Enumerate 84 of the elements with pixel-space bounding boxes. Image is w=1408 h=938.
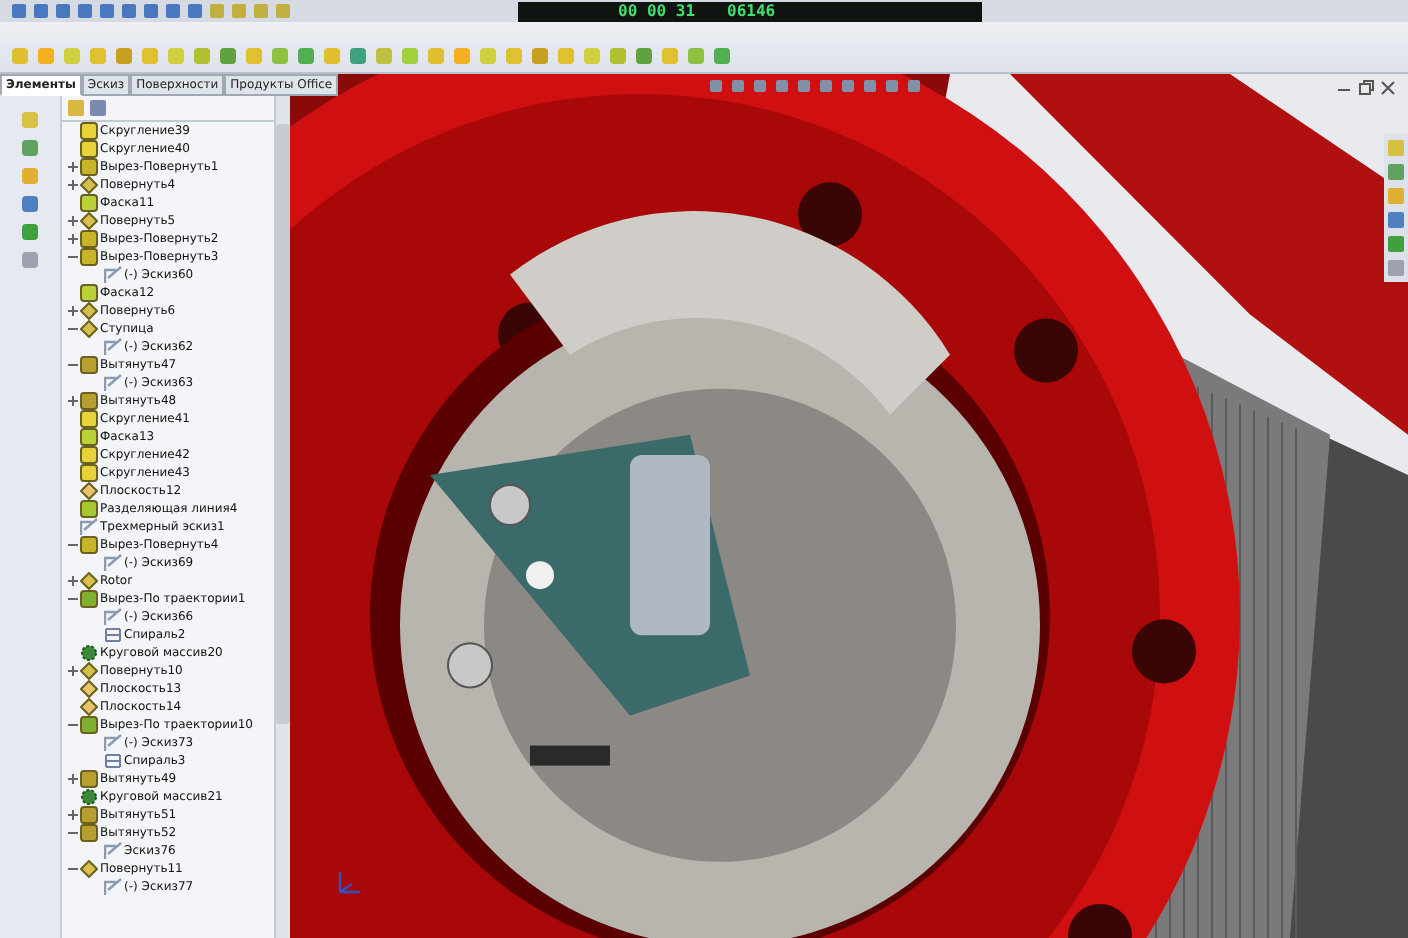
toolbar-square-icon[interactable]: [194, 48, 210, 64]
frame-counter: 06146: [727, 1, 776, 21]
toolbar-square-icon[interactable]: [254, 4, 268, 18]
toolbar-square-icon[interactable]: [480, 48, 496, 64]
toolbar-square-icon[interactable]: [34, 4, 48, 18]
toolbar-square-icon[interactable]: [90, 48, 106, 64]
toolbar-square-icon[interactable]: [662, 48, 678, 64]
toolbar-square-icon[interactable]: [220, 48, 236, 64]
toolbar-square-icon[interactable]: [350, 48, 366, 64]
collapse-icon[interactable]: [66, 863, 78, 875]
axis-triad-icon: [334, 866, 366, 898]
expand-icon[interactable]: [66, 395, 78, 407]
sidebar-square-icon[interactable]: [22, 196, 38, 212]
collapse-icon[interactable]: [66, 323, 78, 335]
toolbar-square-icon[interactable]: [246, 48, 262, 64]
toolbar-square-icon[interactable]: [38, 48, 54, 64]
toolbar-square-icon[interactable]: [276, 4, 290, 18]
feature-icon: [104, 734, 122, 752]
feature-icon: [104, 266, 122, 284]
close-icon[interactable]: [1380, 80, 1396, 96]
toolbar-square-icon[interactable]: [402, 48, 418, 64]
toolbar-square-icon[interactable]: [298, 48, 314, 64]
collapse-icon[interactable]: [66, 719, 78, 731]
toolbar-square-icon[interactable]: [610, 48, 626, 64]
toolbar-square-icon[interactable]: [78, 4, 92, 18]
collapse-icon[interactable]: [66, 593, 78, 605]
collapse-icon[interactable]: [66, 539, 78, 551]
feature-icon: [80, 518, 98, 536]
sidebar-square-icon[interactable]: [22, 224, 38, 240]
scrollbar-thumb[interactable]: [276, 124, 290, 724]
toolbar-square-icon[interactable]: [100, 4, 114, 18]
collapse-icon[interactable]: [66, 251, 78, 263]
feature-icon: [104, 608, 122, 626]
toolbar-square-icon[interactable]: [506, 48, 522, 64]
sidebar-square-icon[interactable]: [22, 168, 38, 184]
sidebar-square-icon[interactable]: [22, 112, 38, 128]
feature-icon: [104, 374, 122, 392]
expand-icon[interactable]: [66, 215, 78, 227]
toolbar-square-icon[interactable]: [558, 48, 574, 64]
toolbar-square-icon[interactable]: [532, 48, 548, 64]
sidebar-square-icon[interactable]: [22, 252, 38, 268]
toolbar-square-icon[interactable]: [142, 48, 158, 64]
feature-icon: [104, 626, 122, 644]
feature-icon: [104, 878, 122, 896]
toolbar-square-icon[interactable]: [428, 48, 444, 64]
collapse-icon[interactable]: [66, 359, 78, 371]
expand-icon[interactable]: [66, 305, 78, 317]
toolbar-square-icon[interactable]: [688, 48, 704, 64]
toolbar-square-icon[interactable]: [64, 48, 80, 64]
toolbar-square-icon[interactable]: [166, 4, 180, 18]
toolbar-square-icon[interactable]: [144, 4, 158, 18]
expand-icon[interactable]: [66, 575, 78, 587]
toolbar-square-icon[interactable]: [188, 4, 202, 18]
expand-icon[interactable]: [66, 809, 78, 821]
toolbar-square-icon[interactable]: [210, 4, 224, 18]
toolbar-square-icon[interactable]: [116, 48, 132, 64]
toolbar-square-icon[interactable]: [56, 4, 70, 18]
restore-icon[interactable]: [1358, 80, 1374, 96]
feature-icon: [104, 842, 122, 860]
toolbar-square-icon[interactable]: [714, 48, 730, 64]
toolbar-square-icon[interactable]: [636, 48, 652, 64]
toolbar-square-icon[interactable]: [12, 4, 26, 18]
expand-icon[interactable]: [66, 665, 78, 677]
sidebar-square-icon[interactable]: [22, 140, 38, 156]
toolbar-square-icon[interactable]: [168, 48, 184, 64]
toolbar-square-icon[interactable]: [232, 4, 246, 18]
feature-icon: [104, 338, 122, 356]
expand-icon[interactable]: [66, 179, 78, 191]
toolbar-square-icon[interactable]: [324, 48, 340, 64]
property-icon[interactable]: [90, 100, 106, 116]
toolbar-square-icon[interactable]: [376, 48, 392, 64]
feature-icon: [104, 554, 122, 572]
toolbar-square-icon[interactable]: [122, 4, 136, 18]
expand-icon[interactable]: [66, 773, 78, 785]
toolbar-square-icon[interactable]: [454, 48, 470, 64]
feature-icon: [104, 752, 122, 770]
collapse-icon[interactable]: [66, 827, 78, 839]
timer-time: 00 00 31: [618, 1, 696, 21]
toolbar-square-icon[interactable]: [12, 48, 28, 64]
toolbar-square-icon[interactable]: [272, 48, 288, 64]
toolbar-square-icon[interactable]: [584, 48, 600, 64]
expand-icon[interactable]: [66, 233, 78, 245]
expand-icon[interactable]: [66, 161, 78, 173]
part-icon[interactable]: [68, 100, 84, 116]
